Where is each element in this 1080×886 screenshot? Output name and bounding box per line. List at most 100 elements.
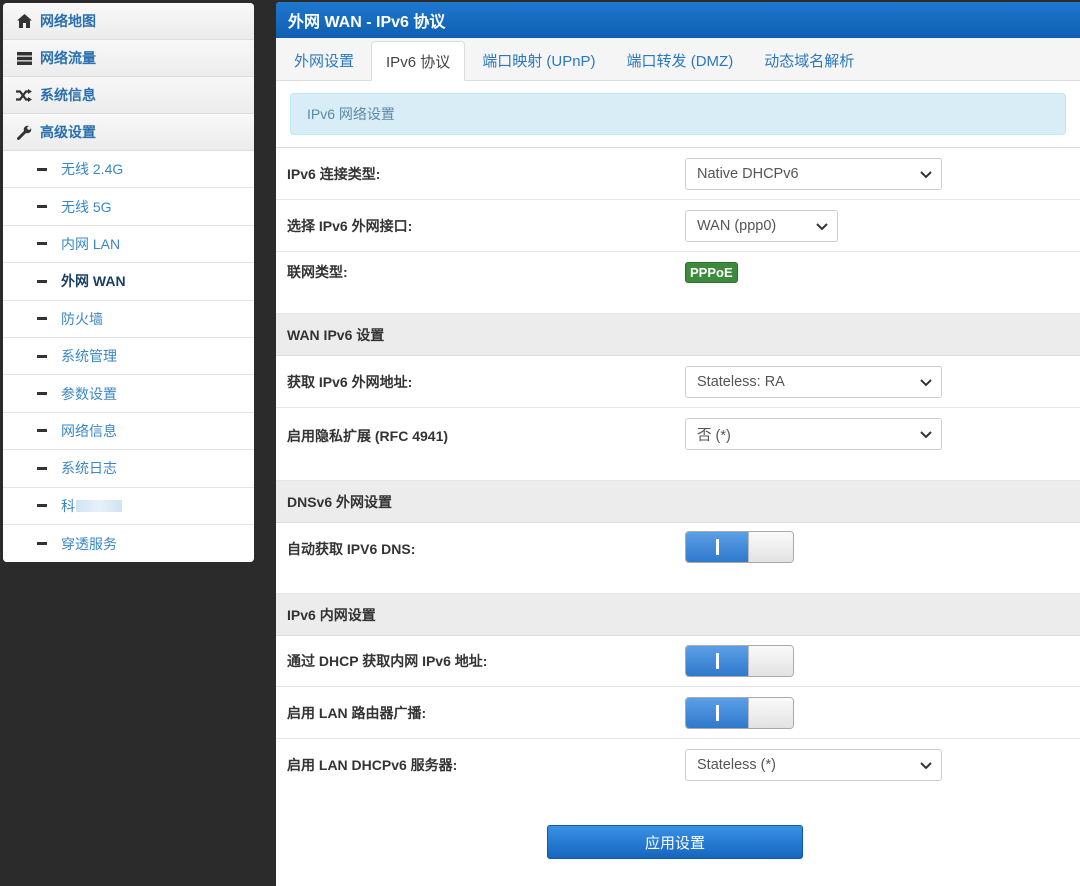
auto-dns-label: 自动获取 IPV6 DNS:: [287, 541, 416, 557]
tab-wan-settings[interactable]: 外网设置: [280, 40, 368, 80]
privacy-label: 启用隐私扩展 (RFC 4941): [287, 428, 449, 444]
dash-icon: [37, 279, 47, 283]
row-auto-dns: 自动获取 IPV6 DNS:: [276, 523, 1080, 594]
router-adv-toggle[interactable]: [685, 696, 794, 729]
dhcp-lan-toggle[interactable]: [685, 645, 794, 677]
sidebar-item-label: 系统日志: [61, 460, 117, 477]
chevron-down-icon: [919, 167, 933, 181]
toggle-on: [686, 646, 748, 676]
tab-bar: 外网设置 IPv6 协议 端口映射 (UPnP) 端口转发 (DMZ) 动态域名…: [276, 38, 1080, 81]
tab-ddns[interactable]: 动态域名解析: [750, 40, 868, 80]
row-wan-iface: 选择 IPv6 外网接口: WAN (ppp0): [276, 200, 1080, 252]
sidebar-item-label: 无线 5G: [61, 198, 112, 215]
dash-icon: [37, 542, 47, 546]
chevron-down-icon: [815, 219, 829, 233]
sidebar-item-system-log[interactable]: 系统日志: [3, 450, 254, 488]
sidebar-item-label: 参数设置: [61, 385, 117, 402]
toggle-off: [748, 697, 793, 728]
sidebar-item-system-info[interactable]: 系统信息: [3, 77, 254, 114]
dash-icon: [37, 354, 47, 358]
sidebar-item-label: 网络地图: [40, 13, 96, 29]
sidebar-item-label: 无线 2.4G: [61, 161, 124, 178]
row-net-type: 联网类型: PPPoE: [276, 252, 1080, 314]
select-value: WAN (ppp0): [697, 217, 777, 234]
row-dhcpv6-server: 启用 LAN DHCPv6 服务器: Stateless (*): [276, 739, 1080, 791]
dash-icon: [37, 504, 47, 508]
select-value: Stateless (*): [697, 757, 776, 773]
dash-icon: [37, 466, 47, 470]
tab-upnp[interactable]: 端口映射 (UPnP): [468, 40, 609, 80]
home-icon: [15, 14, 33, 28]
select-value: Stateless: RA: [697, 373, 785, 390]
sidebar-item-traffic[interactable]: 网络流量: [3, 40, 254, 77]
page-title: 外网 WAN - IPv6 协议: [276, 2, 1080, 38]
sidebar-item-system-admin[interactable]: 系统管理: [3, 337, 254, 376]
dash-icon: [37, 205, 47, 209]
net-type-label: 联网类型:: [287, 264, 348, 280]
sidebar-item-parameters[interactable]: 参数设置: [3, 375, 254, 413]
info-wrapper: IPv6 网络设置: [276, 81, 1080, 148]
dash-icon: [37, 429, 47, 433]
sidebar-item-label: 高级设置: [40, 124, 96, 140]
info-alert: IPv6 网络设置: [290, 93, 1066, 135]
dash-icon: [37, 242, 47, 246]
tab-ipv6[interactable]: IPv6 协议: [371, 41, 466, 81]
sidebar-item-blurred[interactable]: 科: [3, 487, 254, 525]
chevron-down-icon: [919, 427, 933, 441]
sidebar-item-wan[interactable]: 外网 WAN: [3, 263, 254, 301]
server-icon: [15, 51, 33, 65]
tab-dmz[interactable]: 端口转发 (DMZ): [613, 40, 748, 80]
dhcp-lan-label: 通过 DHCP 获取内网 IPv6 地址:: [287, 653, 488, 669]
dash-icon: [37, 317, 47, 321]
sidebar-item-label: 科: [61, 497, 75, 514]
wrench-icon: [15, 125, 33, 140]
status-badge: PPPoE: [685, 262, 738, 283]
sidebar-item-label: 外网 WAN: [61, 273, 126, 290]
row-conn-type: IPv6 连接类型: Native DHCPv6: [276, 148, 1080, 200]
sidebar-item-advanced[interactable]: 高级设置: [3, 114, 254, 151]
sidebar-item-lan[interactable]: 内网 LAN: [3, 225, 254, 264]
apply-button[interactable]: 应用设置: [547, 825, 803, 859]
sidebar-item-label: 防火墙: [61, 310, 103, 327]
conn-type-select[interactable]: Native DHCPv6: [685, 157, 942, 190]
section-dnsv6: DNSv6 外网设置: [276, 481, 1080, 523]
toggle-on: [686, 532, 748, 562]
conn-type-label: IPv6 连接类型:: [287, 165, 381, 182]
sidebar-item-label: 网络信息: [61, 422, 117, 439]
sidebar-item-label: 系统管理: [61, 348, 117, 365]
dash-icon: [37, 167, 47, 171]
toggle-off: [748, 532, 793, 562]
sidebar-item-network-info[interactable]: 网络信息: [3, 412, 254, 451]
sidebar-item-label: 内网 LAN: [61, 235, 121, 252]
dhcpv6-server-select[interactable]: Stateless (*): [685, 749, 942, 781]
section-ipv6-lan: IPv6 内网设置: [276, 594, 1080, 636]
row-router-adv: 启用 LAN 路由器广播:: [276, 687, 1080, 739]
wan-iface-label: 选择 IPv6 外网接口:: [287, 217, 413, 234]
random-icon: [15, 88, 33, 102]
sidebar-item-network-map[interactable]: 网络地图: [3, 3, 254, 40]
sidebar-item-wireless-5g[interactable]: 无线 5G: [3, 188, 254, 226]
sidebar-item-label: 系统信息: [40, 87, 96, 103]
sidebar-item-wireless-24g[interactable]: 无线 2.4G: [3, 151, 254, 189]
select-value: Native DHCPv6: [697, 165, 799, 182]
router-adv-label: 启用 LAN 路由器广播:: [287, 704, 427, 721]
sidebar-item-tunnel[interactable]: 穿透服务: [3, 524, 254, 563]
privacy-select[interactable]: 否 (*): [685, 418, 942, 450]
sidebar: 网络地图 网络流量 系统信息 高级设置 无线 2.4G 无线 5G 内网 LAN…: [3, 3, 254, 563]
watermark: 值 什么值得买: [932, 846, 1070, 876]
redacted-text: [76, 499, 122, 512]
row-get-addr: 获取 IPv6 外网地址: Stateless: RA: [276, 356, 1080, 408]
watermark-text: 什么值得买: [970, 852, 1070, 875]
row-dhcp-lan: 通过 DHCP 获取内网 IPv6 地址:: [276, 636, 1080, 687]
auto-dns-toggle[interactable]: [685, 531, 794, 563]
get-addr-select[interactable]: Stateless: RA: [685, 365, 942, 398]
main-panel: 外网 WAN - IPv6 协议 外网设置 IPv6 协议 端口映射 (UPnP…: [276, 2, 1080, 886]
dash-icon: [37, 392, 47, 396]
sidebar-item-firewall[interactable]: 防火墙: [3, 300, 254, 338]
chevron-down-icon: [919, 375, 933, 389]
dhcpv6-server-label: 启用 LAN DHCPv6 服务器:: [287, 757, 458, 773]
sidebar-item-label: 网络流量: [40, 50, 96, 66]
wan-iface-select[interactable]: WAN (ppp0): [685, 209, 838, 242]
watermark-logo: 值: [932, 846, 962, 876]
get-addr-label: 获取 IPv6 外网地址:: [287, 373, 413, 390]
